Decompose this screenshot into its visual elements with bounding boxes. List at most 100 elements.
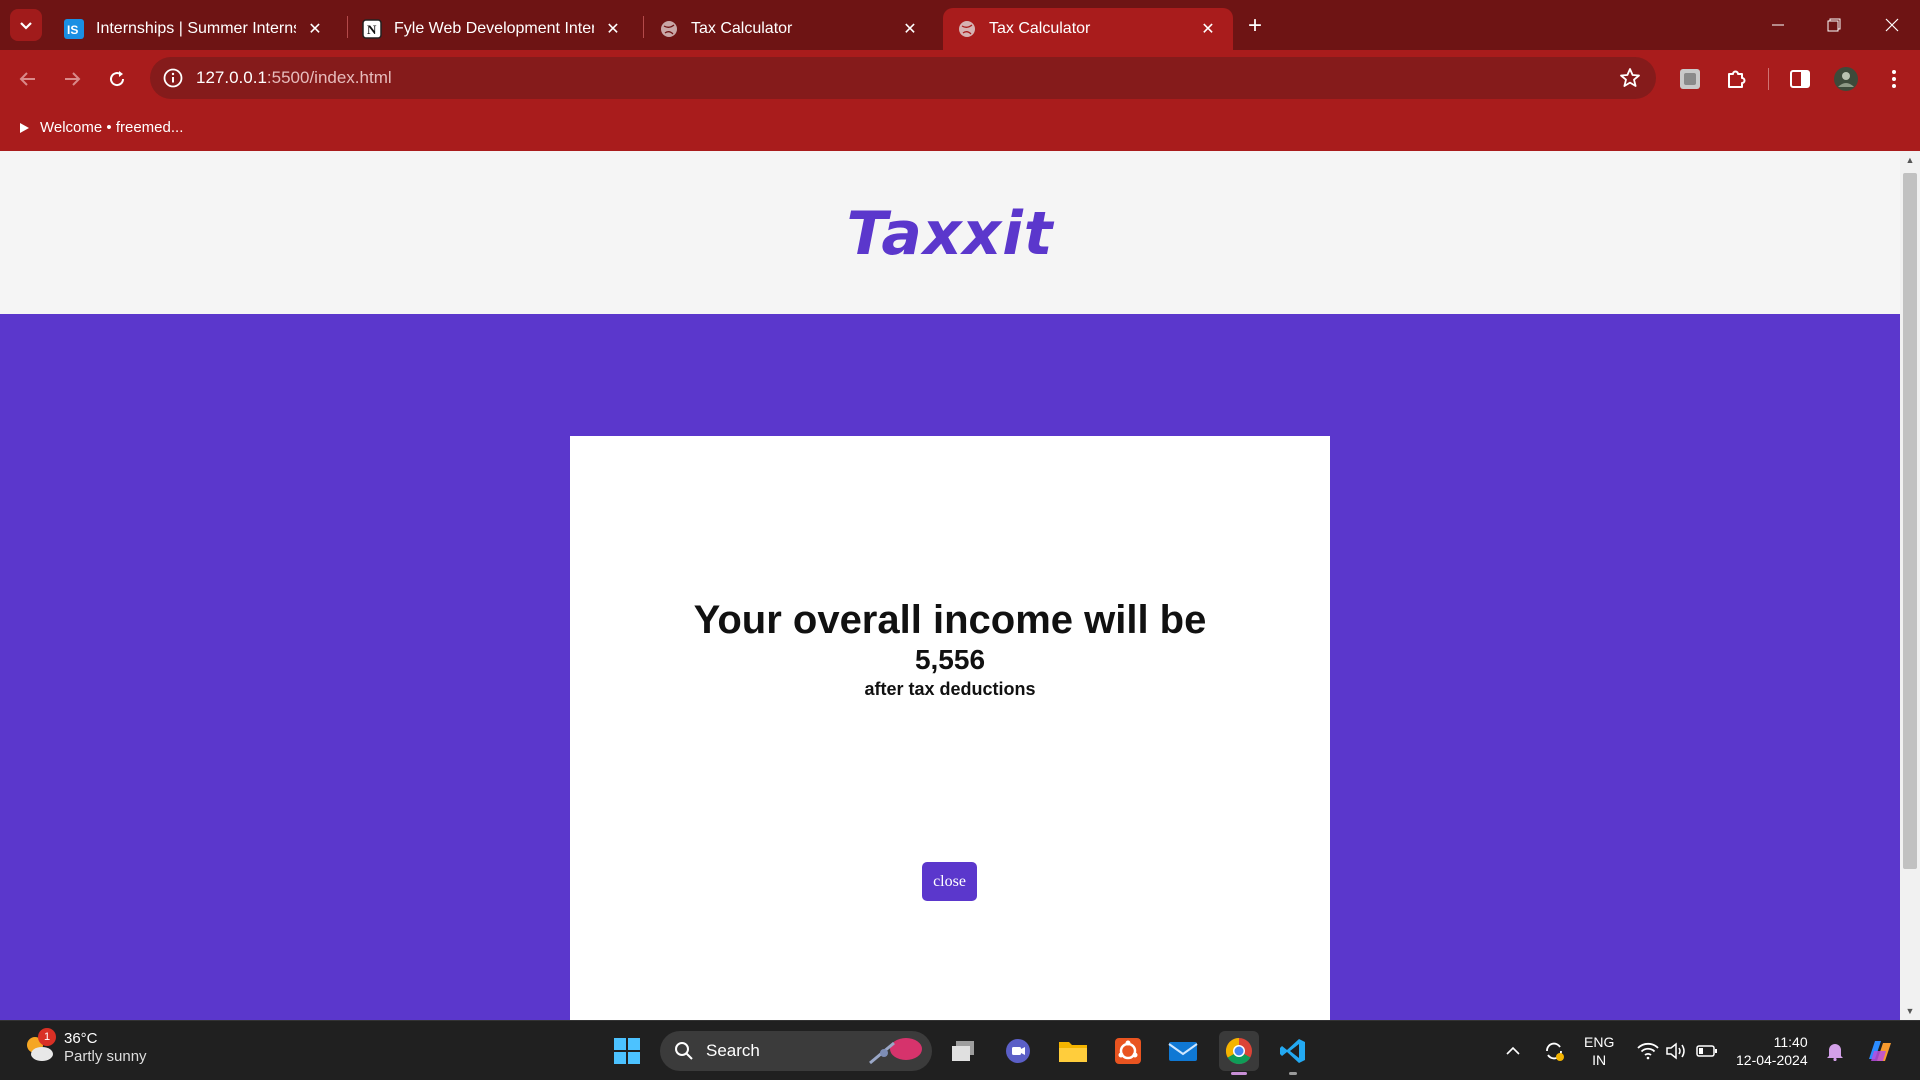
chat-icon [1006, 1039, 1030, 1063]
close-icon [1885, 18, 1899, 32]
notification-badge: 1 [38, 1028, 56, 1046]
browser-menu-button[interactable] [1880, 65, 1908, 93]
url-path: :5500/index.html [266, 68, 392, 87]
active-app-indicator [1231, 1072, 1247, 1075]
result-modal: Your overall income will be 5,556 after … [570, 436, 1330, 1020]
tab-tax-calculator-active[interactable]: Tax Calculator ✕ [943, 8, 1233, 50]
speaker-icon [1666, 1042, 1685, 1060]
system-clock[interactable]: 11:40 12-04-2024 [1736, 1033, 1808, 1069]
tab-strip: IS Internships | Summer Internship ✕ N F… [0, 0, 1920, 50]
notifications-button[interactable] [1822, 1021, 1848, 1080]
tab-title: Fyle Web Development Internship [394, 20, 594, 37]
sync-icon [1546, 1042, 1564, 1061]
weather-condition: Partly sunny [64, 1048, 147, 1065]
toolbar-divider [1768, 68, 1769, 90]
puzzle-icon [1728, 70, 1746, 88]
close-button[interactable]: close [922, 862, 977, 901]
tab-title: Tax Calculator [691, 20, 793, 37]
bookmark-star-icon[interactable] [1618, 66, 1642, 90]
address-bar[interactable]: 127.0.0.1:5500/index.html [150, 57, 1656, 99]
language-code: ENG [1584, 1034, 1615, 1050]
back-button[interactable] [12, 63, 44, 95]
file-explorer-button[interactable] [1053, 1031, 1093, 1071]
svg-text:IS: IS [67, 23, 78, 37]
window-close-button[interactable] [1864, 0, 1920, 50]
search-highlight-icon [869, 1038, 922, 1065]
tab-separator [643, 16, 644, 38]
show-hidden-icons-button[interactable] [1500, 1021, 1526, 1080]
minimize-button[interactable] [1750, 0, 1806, 50]
copilot-button[interactable] [1862, 1021, 1898, 1080]
scroll-up-arrow-icon[interactable]: ▲ [1900, 151, 1920, 169]
teams-chat-button[interactable] [998, 1031, 1038, 1071]
tab-search-button[interactable] [10, 9, 42, 41]
extension-app-icon [1680, 69, 1700, 89]
battery-icon [1696, 1045, 1717, 1057]
bookmark-folder[interactable]: Welcome • freemed... [18, 119, 183, 136]
tab-title: Internships | Summer Internship [96, 20, 296, 37]
page-viewport: Taxxit Your overall income will be 5,556… [0, 151, 1920, 1020]
new-tab-button[interactable]: + [1240, 11, 1270, 41]
tab-tax-calculator[interactable]: Tax Calculator ✕ [645, 8, 935, 50]
url-host: 127.0.0.1 [196, 68, 267, 87]
site-header: Taxxit [0, 151, 1900, 314]
start-button[interactable] [607, 1031, 647, 1071]
wifi-status[interactable] [1636, 1021, 1660, 1080]
internshala-icon: IS [64, 19, 84, 39]
tab-fyle[interactable]: N Fyle Web Development Internship ✕ [348, 8, 638, 50]
sync-status-button[interactable] [1538, 1021, 1570, 1080]
chevron-up-icon [1506, 1046, 1520, 1055]
restore-icon [1827, 18, 1841, 32]
running-app-indicator [1289, 1072, 1297, 1075]
ubuntu-app-button[interactable] [1108, 1031, 1148, 1071]
chrome-app-button[interactable] [1219, 1031, 1259, 1075]
close-icon[interactable]: ✕ [304, 18, 326, 40]
reload-button[interactable] [101, 63, 133, 95]
result-heading: Your overall income will be [693, 598, 1207, 642]
close-icon[interactable]: ✕ [602, 18, 624, 40]
ubuntu-icon [1115, 1038, 1141, 1064]
taskbar-search[interactable]: Search [660, 1031, 932, 1071]
profile-avatar[interactable] [1832, 65, 1860, 93]
restore-button[interactable] [1806, 0, 1862, 50]
close-icon[interactable]: ✕ [899, 18, 921, 40]
arrow-right-icon [65, 72, 81, 86]
copilot-icon [1869, 1041, 1891, 1061]
extension-button[interactable] [1676, 65, 1704, 93]
task-view-button[interactable] [944, 1031, 984, 1071]
reload-icon [110, 71, 125, 87]
site-logo: Taxxit [846, 199, 1054, 269]
bookmarks-bar: Welcome • freemed... [0, 108, 1920, 151]
search-placeholder: Search [706, 1041, 760, 1060]
folder-icon [1059, 1042, 1087, 1062]
vscode-app-button[interactable] [1273, 1031, 1313, 1075]
close-icon[interactable]: ✕ [1197, 18, 1219, 40]
scroll-down-arrow-icon[interactable]: ▼ [1900, 1002, 1920, 1020]
play-icon [20, 122, 29, 133]
mail-app-button[interactable] [1163, 1031, 1203, 1071]
tab-internshala[interactable]: IS Internships | Summer Internship ✕ [50, 8, 340, 50]
result-subtext: after tax deductions [864, 679, 1036, 699]
vscode-icon [1280, 1039, 1305, 1063]
page-scrollbar[interactable]: ▲ ▼ [1900, 151, 1920, 1020]
arrow-left-icon [19, 72, 35, 86]
scrollbar-thumb[interactable] [1903, 173, 1917, 869]
clock-time: 11:40 [1773, 1034, 1808, 1050]
browser-toolbar: 127.0.0.1:5500/index.html [0, 50, 1920, 108]
weather-widget[interactable]: 1 36°C Partly sunny [22, 1028, 147, 1066]
bookmark-label: Welcome • freemed... [40, 119, 184, 136]
url-text[interactable]: 127.0.0.1:5500/index.html [196, 68, 392, 88]
battery-status[interactable] [1694, 1021, 1720, 1080]
side-panel-button[interactable] [1786, 65, 1814, 93]
svg-text:N: N [367, 22, 377, 37]
plus-icon: + [1247, 12, 1262, 39]
forward-button[interactable] [56, 63, 88, 95]
site-info-icon[interactable] [162, 67, 184, 89]
extensions-button[interactable] [1722, 65, 1750, 93]
volume-status[interactable] [1664, 1021, 1688, 1080]
weather-temperature: 36°C [64, 1030, 98, 1047]
income-amount: 5,556 [914, 644, 986, 675]
language-indicator[interactable]: ENG IN [1584, 1033, 1614, 1069]
search-icon [675, 1042, 693, 1060]
globe-icon [659, 19, 679, 39]
